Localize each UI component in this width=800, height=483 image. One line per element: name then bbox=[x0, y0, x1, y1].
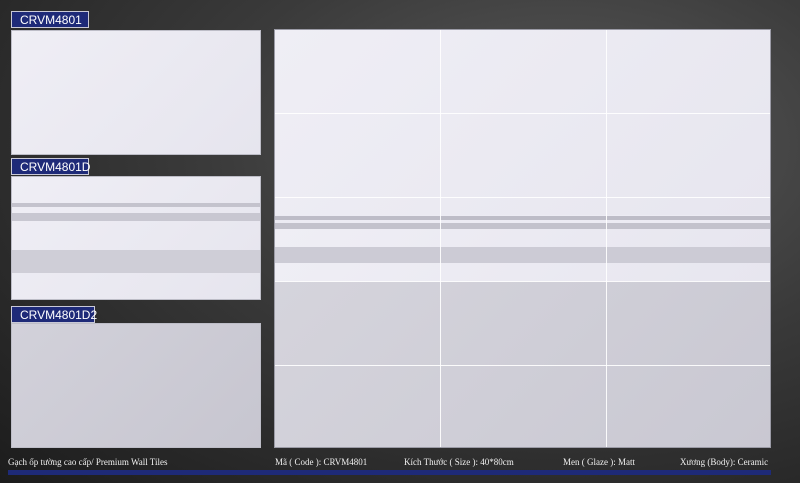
footer-accent-bar bbox=[8, 470, 771, 475]
tile-sample-dark bbox=[11, 323, 261, 448]
decor-band bbox=[12, 250, 260, 273]
wall-light-area bbox=[275, 30, 770, 215]
grout-line-horizontal bbox=[275, 113, 770, 114]
wall-stripe-thin bbox=[275, 216, 770, 220]
spec-glaze: Men ( Glaze ): Matt bbox=[563, 457, 635, 467]
wall-installation-preview bbox=[274, 29, 771, 448]
tile-sample-plain bbox=[11, 30, 261, 155]
grout-line-vertical bbox=[606, 30, 607, 447]
wall-light-band bbox=[275, 229, 770, 247]
spec-footer: Gạch ốp tường cao cấp/ Premium Wall Tile… bbox=[0, 454, 800, 470]
product-description: Gạch ốp tường cao cấp/ Premium Wall Tile… bbox=[8, 457, 168, 467]
grout-line-horizontal bbox=[275, 197, 770, 198]
grout-line-horizontal bbox=[275, 281, 770, 282]
grout-line-vertical bbox=[440, 30, 441, 447]
decor-stripe-thin bbox=[12, 203, 260, 207]
spec-code: Mã ( Code ): CRVM4801 bbox=[275, 457, 368, 467]
tile-code-label-2: CRVM4801D bbox=[11, 158, 90, 175]
spec-size: Kích Thước ( Size ): 40*80cm bbox=[404, 457, 514, 467]
tile-sample-decor bbox=[11, 176, 261, 300]
tile-code-label-1: CRVM4801 bbox=[11, 11, 89, 28]
grout-line-horizontal bbox=[275, 365, 770, 366]
decor-stripe bbox=[12, 213, 260, 221]
tile-code-label-3: CRVM4801D2 bbox=[11, 306, 97, 323]
spec-body: Xương (Body): Ceramic bbox=[680, 457, 769, 467]
wall-grey-band bbox=[275, 247, 770, 263]
wall-light-band-2 bbox=[275, 263, 770, 281]
